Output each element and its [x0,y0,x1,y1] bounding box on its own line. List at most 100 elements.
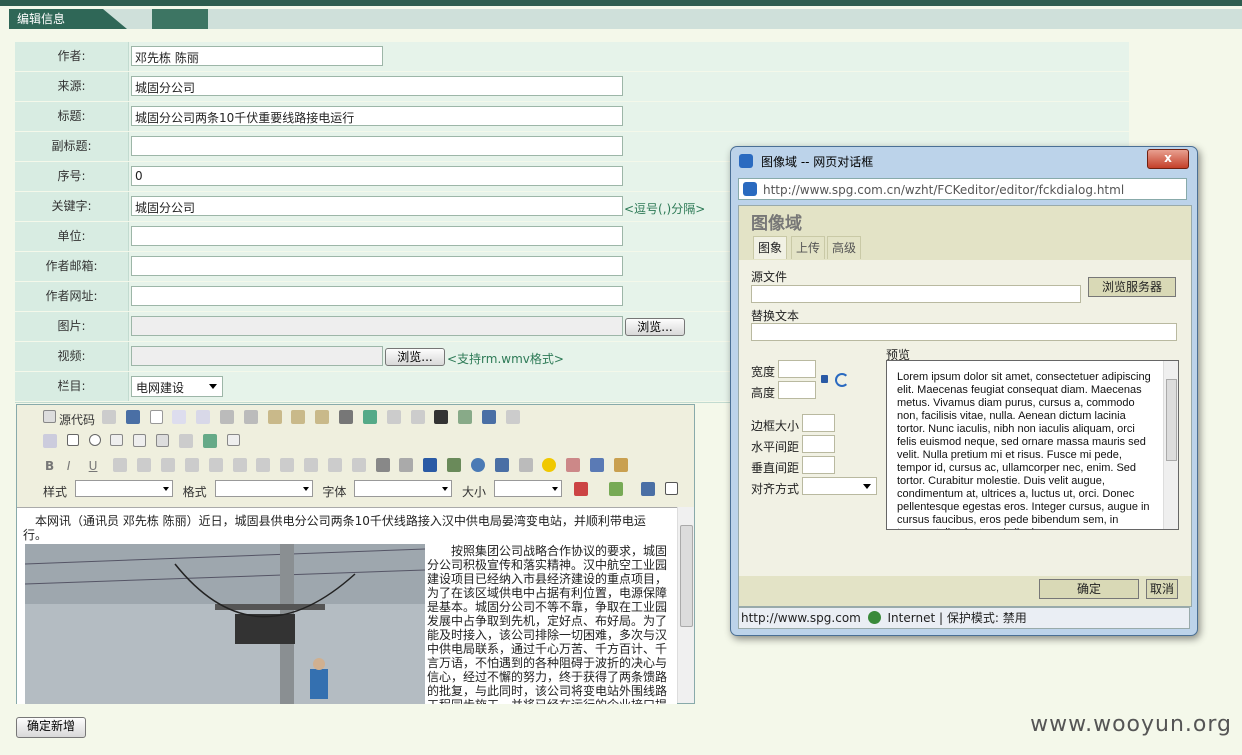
ok-button[interactable]: 确定 [1039,579,1139,599]
alt-text-input[interactable] [751,323,1177,341]
flash-icon[interactable] [470,458,485,472]
special-char-icon[interactable] [566,458,581,472]
copy-icon[interactable] [243,410,258,424]
column-select[interactable]: 电网建设 [131,376,223,397]
close-button[interactable]: x [1147,149,1189,169]
lock-ratio-icon[interactable] [821,375,828,383]
size-dropdown[interactable] [493,480,562,497]
templates-icon[interactable] [196,410,211,424]
image-button-icon[interactable] [202,434,217,448]
image-file-field[interactable] [131,316,623,336]
tab-edit-info[interactable]: 编辑信息 [9,9,127,29]
bold-icon[interactable]: B [45,459,63,473]
select-field-icon[interactable] [156,434,170,447]
source-code-icon[interactable] [43,410,56,423]
paste-word-icon[interactable] [315,410,330,424]
radio-icon[interactable] [88,434,101,446]
textfield-icon[interactable] [110,434,124,446]
tab-upload[interactable]: 上传 [791,236,826,259]
cancel-button[interactable]: 取消 [1146,579,1178,599]
cut-icon[interactable] [219,410,234,424]
unit-input[interactable] [131,226,623,246]
form-icon[interactable] [43,434,57,448]
keyword-input[interactable]: 城固分公司 [131,196,623,216]
link-icon[interactable] [375,458,390,472]
about-icon[interactable] [665,482,679,495]
horizontal-rule-icon[interactable] [518,458,533,472]
table-icon[interactable] [494,458,509,472]
tab-advanced[interactable]: 高级 [827,236,862,259]
font-dropdown[interactable] [354,480,453,497]
page-break-icon[interactable] [590,458,605,472]
align-select[interactable] [802,477,877,495]
remove-format-icon[interactable] [505,410,520,424]
print-icon[interactable] [339,410,354,424]
text-color-icon[interactable] [573,482,588,496]
indent-icon[interactable] [256,458,271,472]
image-icon[interactable] [447,458,462,472]
ordered-list-icon[interactable] [184,458,199,472]
tab-image[interactable]: 图象 [753,236,788,259]
preview-scrollbar[interactable] [1163,361,1178,529]
width-input[interactable] [778,360,816,378]
anchor-icon[interactable] [423,458,438,472]
editor-scrollbar[interactable] [677,507,694,703]
order-input[interactable]: 0 [131,166,623,186]
format-dropdown[interactable] [214,480,313,497]
author-input[interactable]: 邓先栋 陈丽 [131,46,383,66]
replace-icon[interactable] [458,410,473,424]
vspace-input[interactable] [802,456,835,474]
browse-server-button[interactable]: 浏览服务器 [1088,277,1176,297]
spellcheck-icon[interactable] [362,410,377,424]
title-input[interactable]: 城固分公司两条10千伏重要线路接电运行 [131,106,623,126]
tab-secondary[interactable] [152,9,208,29]
source-input[interactable]: 城固分公司 [131,76,623,96]
image-browse-button[interactable]: 浏览... [625,318,685,336]
underline-icon[interactable]: U [89,459,107,473]
align-center-icon[interactable] [304,458,319,472]
strikethrough-icon[interactable] [113,458,128,472]
italic-icon[interactable]: I [67,459,85,473]
find-icon[interactable] [434,410,449,424]
unordered-list-icon[interactable] [208,458,223,472]
bg-color-icon[interactable] [608,482,623,496]
reset-size-icon[interactable] [835,373,849,387]
submit-button[interactable]: 确定新增 [16,717,86,738]
checkbox-icon[interactable] [66,434,79,446]
redo-icon[interactable] [410,410,425,424]
fit-window-icon[interactable] [641,482,656,496]
undo-icon[interactable] [386,410,401,424]
justify-icon[interactable] [351,458,366,472]
doc-props-icon[interactable] [101,410,116,424]
unlink-icon[interactable] [399,458,414,472]
button-field-icon[interactable] [178,434,193,448]
website-input[interactable] [131,286,623,306]
subscript-icon[interactable] [137,458,152,472]
smiley-icon[interactable] [542,458,557,472]
new-page-icon[interactable] [149,410,163,424]
outdent-icon[interactable] [232,458,247,472]
height-input[interactable] [778,381,816,399]
email-input[interactable] [131,256,623,276]
paste-icon[interactable] [267,410,282,424]
align-left-icon[interactable] [280,458,295,472]
source-code-label[interactable]: 源代码 [59,411,95,428]
border-input[interactable] [802,414,835,432]
video-browse-button[interactable]: 浏览... [385,348,445,366]
select-all-icon[interactable] [482,410,497,424]
source-file-input[interactable] [751,285,1081,303]
preview-icon[interactable] [172,410,187,424]
video-file-field[interactable] [131,346,383,366]
insert-code-icon[interactable] [613,458,628,472]
paste-text-icon[interactable] [291,410,306,424]
superscript-icon[interactable] [161,458,176,472]
textarea-icon[interactable] [133,434,147,447]
style-dropdown[interactable] [74,480,173,497]
save-icon[interactable] [125,410,140,424]
editor-content[interactable]: 本网讯（通讯员 邓先栋 陈丽）近日，城固县供电分公司两条10千伏线路接入汉中供电… [17,507,677,704]
hidden-field-icon[interactable] [226,434,240,446]
subtitle-input[interactable] [131,136,623,156]
align-right-icon[interactable] [327,458,342,472]
hspace-input[interactable] [802,435,835,453]
align-label: 对齐方式 [751,482,800,496]
